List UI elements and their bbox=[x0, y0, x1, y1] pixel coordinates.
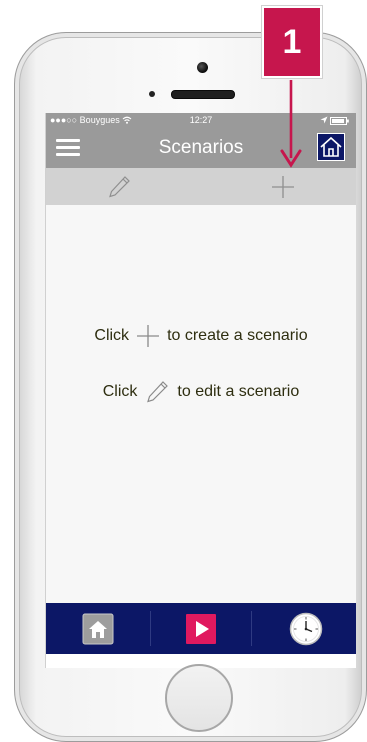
create-hint-suffix: to create a scenario bbox=[167, 327, 308, 344]
add-scenario-button[interactable] bbox=[268, 172, 298, 202]
page-title: Scenarios bbox=[158, 137, 244, 158]
proximity-sensor bbox=[149, 91, 155, 97]
edit-hint: Click to edit a scenario bbox=[46, 378, 356, 406]
plus-icon bbox=[137, 325, 160, 347]
app-screen: ●●●○○ Bouygues 12:27 Scenarios Click to … bbox=[45, 113, 356, 668]
tab-timer[interactable] bbox=[252, 603, 356, 654]
home-button[interactable] bbox=[317, 133, 345, 161]
clock-icon bbox=[289, 612, 323, 646]
house-icon bbox=[320, 136, 342, 157]
create-hint-prefix: Click bbox=[94, 327, 130, 344]
status-time: 12:27 bbox=[189, 115, 213, 125]
location-icon bbox=[320, 116, 328, 124]
edit-hint-suffix: to edit a scenario bbox=[177, 383, 300, 400]
navigation-bar: Scenarios bbox=[46, 128, 356, 168]
status-indicators bbox=[320, 116, 350, 125]
battery-icon bbox=[330, 117, 349, 125]
edit-hint-prefix: Click bbox=[102, 383, 138, 400]
annotation-step-badge: 1 bbox=[262, 6, 322, 78]
pencil-icon bbox=[109, 176, 130, 198]
pencil-icon bbox=[147, 381, 169, 403]
edit-scenario-button[interactable] bbox=[104, 172, 134, 202]
status-bar: ●●●○○ Bouygues 12:27 bbox=[46, 113, 356, 128]
play-icon bbox=[186, 614, 216, 644]
scenario-toolbar bbox=[46, 168, 356, 205]
plus-icon bbox=[272, 176, 294, 198]
earpiece-speaker bbox=[171, 90, 235, 99]
phone-home-button bbox=[165, 664, 233, 732]
home-icon bbox=[82, 613, 114, 645]
screenshot-stage: ●●●○○ Bouygues 12:27 Scenarios Click to … bbox=[0, 0, 367, 742]
front-camera bbox=[197, 62, 208, 73]
tab-scenarios[interactable] bbox=[151, 603, 251, 654]
create-hint: Click to create a scenario bbox=[46, 323, 356, 349]
bottom-tab-bar bbox=[46, 603, 356, 654]
tab-home[interactable] bbox=[46, 603, 150, 654]
scenario-list-empty: Click to create a scenario Click to edit… bbox=[46, 205, 356, 603]
